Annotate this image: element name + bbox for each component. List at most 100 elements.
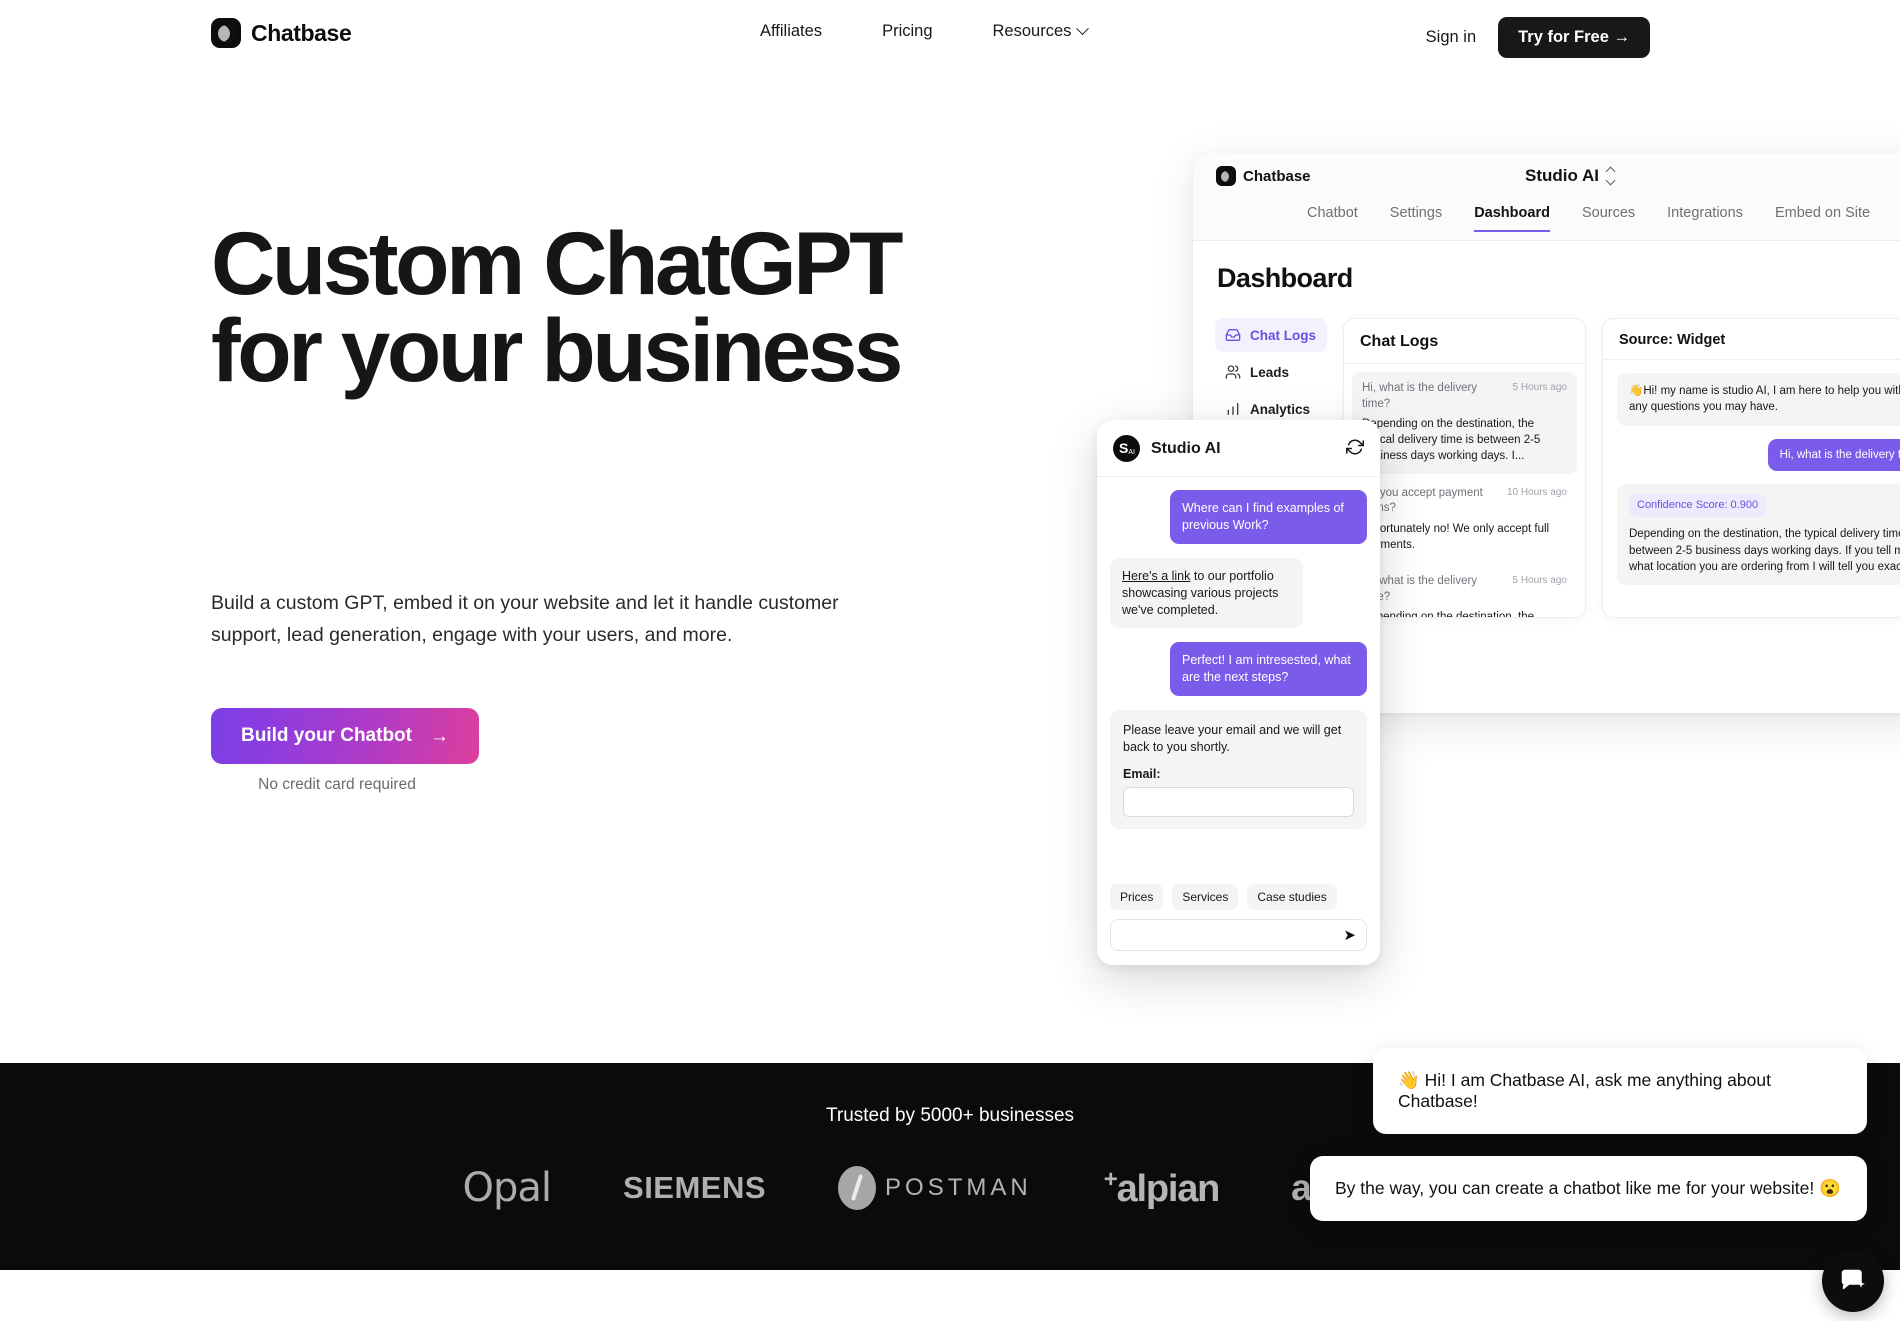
arrow-right-icon: → xyxy=(429,725,449,747)
tab-settings[interactable]: Settings xyxy=(1390,205,1442,230)
logo-postman: POSTMAN xyxy=(838,1166,1032,1210)
avatar: S AI xyxy=(1113,435,1140,462)
email-field-label: Email: xyxy=(1123,766,1161,781)
sidebar-item-leads-label: Leads xyxy=(1250,364,1290,380)
chat-logs-panel-title: Chat Logs xyxy=(1344,319,1585,364)
project-selector[interactable]: Studio AI xyxy=(1525,166,1616,186)
chat-sparkle-icon xyxy=(1841,1269,1865,1290)
source-panel-title: Source: Widget xyxy=(1603,319,1900,360)
sign-in-link[interactable]: Sign in xyxy=(1426,28,1476,47)
table-row[interactable]: Do you accept payment plans? 10 Hours ag… xyxy=(1352,477,1577,563)
dashboard-brand: Chatbase xyxy=(1216,166,1311,186)
dashboard-page-title: Dashboard xyxy=(1217,263,1353,293)
widget-user-message-2: Perfect! I am intresested, what are the … xyxy=(1170,642,1367,697)
table-row[interactable]: Hi, what is the delivery time? 5 Hours a… xyxy=(1352,565,1577,618)
log-answer: Depending on the destination, the typica… xyxy=(1362,418,1541,462)
chip-services[interactable]: Services xyxy=(1172,884,1239,910)
log-question: Do you accept payment plans? xyxy=(1362,486,1483,515)
no-credit-card-note: No credit card required xyxy=(258,776,416,793)
log-question: Hi, what is the delivery time? xyxy=(1362,575,1478,603)
log-question: Hi, what is the delivery time? xyxy=(1362,382,1478,410)
dashboard-brand-name: Chatbase xyxy=(1243,167,1311,185)
nav-actions: Sign in Try for Free → xyxy=(1426,17,1650,58)
sidebar-item-leads[interactable]: Leads xyxy=(1215,355,1327,389)
chatbase-logo-icon-small xyxy=(1216,166,1236,186)
logo-alpian-text: +alpian xyxy=(1103,1165,1221,1210)
chatbase-logo-icon xyxy=(211,18,241,48)
users-icon xyxy=(1225,364,1241,380)
hero-subheading: Build a custom GPT, embed it on your web… xyxy=(211,592,839,646)
try-for-free-button[interactable]: Try for Free → xyxy=(1498,17,1650,58)
bot-answer-text: Depending on the destination, the typica… xyxy=(1629,528,1900,573)
email-field[interactable] xyxy=(1123,786,1354,817)
floating-chat-bubble-1: 👋 Hi! I am Chatbase AI, ask me anything … xyxy=(1373,1048,1867,1134)
logo-alpian: +alpian xyxy=(1103,1165,1221,1211)
brand-logo[interactable]: Chatbase xyxy=(211,18,352,48)
logo-alpian-word: alpian xyxy=(1116,1167,1221,1210)
log-answer: Unfortunately no! We only accept full pa… xyxy=(1362,522,1550,551)
widget-messages: Where can I find examples of previous Wo… xyxy=(1097,477,1380,884)
nav-link-resources[interactable]: Resources xyxy=(992,22,1090,41)
logo-siemens: SIEMENS xyxy=(623,1170,766,1206)
logo-postman-text: POSTMAN xyxy=(885,1174,1032,1201)
widget-message-input-wrap[interactable]: ➤ xyxy=(1110,919,1367,951)
inbox-icon xyxy=(1225,327,1241,343)
brand-name: Chatbase xyxy=(251,19,352,46)
widget-user-message-1: Where can I find examples of previous Wo… xyxy=(1170,490,1367,544)
confidence-score-badge: Confidence Score: 0.900 xyxy=(1629,493,1767,518)
nav-link-affiliates[interactable]: Affiliates xyxy=(760,22,822,41)
chevron-down-icon xyxy=(1076,22,1090,36)
chevron-updown-icon xyxy=(1605,166,1616,186)
bot-greeting-message: 👋Hi! my name is studio AI, I am here to … xyxy=(1617,373,1900,426)
log-timestamp: 5 Hours ago xyxy=(1512,575,1567,587)
tab-sources[interactable]: Sources xyxy=(1582,205,1635,230)
chip-prices[interactable]: Prices xyxy=(1110,884,1164,910)
lead-capture-form: Please leave your email and we will get … xyxy=(1110,710,1367,829)
widget-bot-message-1: Here's a link to our portfolio showcasin… xyxy=(1110,557,1303,629)
portfolio-link[interactable]: Here's a link xyxy=(1122,569,1190,583)
sidebar-item-chat-logs-label: Chat Logs xyxy=(1250,327,1316,343)
user-message: Hi, what is the delivery time? xyxy=(1767,438,1900,471)
nav-links: Affiliates Pricing Resources xyxy=(760,22,1090,41)
table-row[interactable]: Hi, what is the delivery time? 5 Hours a… xyxy=(1352,372,1577,474)
project-name: Studio AI xyxy=(1525,166,1599,185)
widget-title: Studio AI xyxy=(1151,439,1221,457)
studio-ai-chat-widget: S AI Studio AI Where can I find examples… xyxy=(1097,420,1380,965)
logo-opal: Opal xyxy=(463,1165,552,1211)
log-timestamp: 10 Hours ago xyxy=(1506,486,1567,498)
sidebar-item-chat-logs[interactable]: Chat Logs xyxy=(1215,318,1327,352)
bar-chart-icon xyxy=(1225,401,1241,417)
build-your-chatbot-label: Build your Chatbot xyxy=(241,725,412,746)
dashboard-tabs: Chatbot Settings Dashboard Sources Integ… xyxy=(1193,205,1900,241)
avatar-sub: AI xyxy=(1128,449,1135,456)
postman-mark-icon xyxy=(838,1166,877,1210)
floating-chat-bubble-2: By the way, you can create a chatbot lik… xyxy=(1310,1156,1867,1221)
top-navigation-bar: Chatbase Affiliates Pricing Resources Si… xyxy=(0,0,1900,76)
dashboard-header: Chatbase Studio AI xyxy=(1193,153,1900,205)
logo-opal-text: Opal xyxy=(462,1165,552,1211)
nav-link-resources-label: Resources xyxy=(992,22,1072,40)
widget-header: S AI Studio AI xyxy=(1097,420,1380,477)
source-panel-conversation: 👋Hi! my name is studio AI, I am here to … xyxy=(1603,360,1900,598)
chat-launcher-button[interactable] xyxy=(1822,1250,1884,1312)
chip-case-studies[interactable]: Case studies xyxy=(1247,884,1337,910)
send-icon[interactable]: ➤ xyxy=(1343,928,1356,943)
logo-siemens-text: SIEMENS xyxy=(623,1170,767,1205)
lead-form-prompt: Please leave your email and we will get … xyxy=(1123,723,1342,754)
landing-page: Chatbase Affiliates Pricing Resources Si… xyxy=(0,0,1900,1321)
nav-link-pricing[interactable]: Pricing xyxy=(882,22,932,41)
build-your-chatbot-button[interactable]: Build your Chatbot → xyxy=(211,708,479,764)
widget-suggestion-chips: Prices Services Case studies xyxy=(1097,884,1380,919)
tab-embed-on-site[interactable]: Embed on Site xyxy=(1775,205,1870,230)
log-timestamp: 5 Hours ago xyxy=(1512,382,1567,393)
avatar-initial: S xyxy=(1119,440,1129,456)
tab-chatbot[interactable]: Chatbot xyxy=(1307,205,1358,230)
bot-answer-message: Confidence Score: 0.900 Depending on the… xyxy=(1617,483,1900,586)
log-answer: Depending on the destination, the typica… xyxy=(1362,611,1534,618)
tab-dashboard[interactable]: Dashboard xyxy=(1474,205,1550,232)
tab-integrations[interactable]: Integrations xyxy=(1667,205,1743,230)
refresh-icon[interactable] xyxy=(1346,438,1364,456)
page-title: Custom ChatGPT for your business xyxy=(211,213,904,401)
hero-cta-group: Build your Chatbot → No credit card requ… xyxy=(211,708,479,794)
source-panel: Source: Widget 👋Hi! my name is studio AI… xyxy=(1602,318,1900,618)
